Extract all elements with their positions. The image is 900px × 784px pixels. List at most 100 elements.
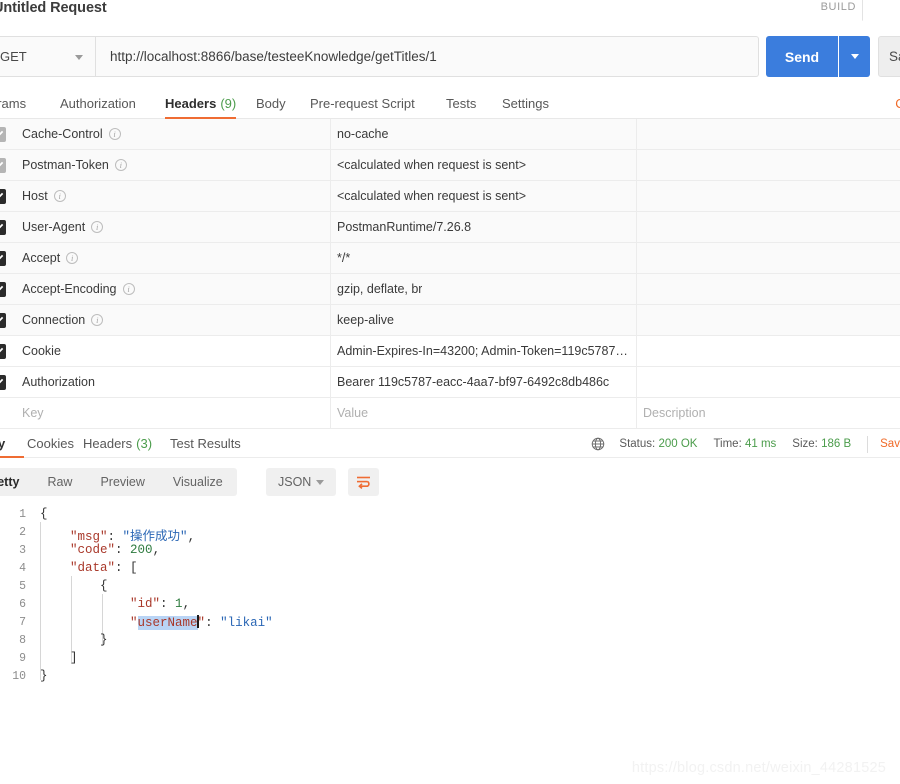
view-mode-raw[interactable]: Raw: [33, 475, 86, 489]
view-mode-pretty[interactable]: Pretty: [0, 475, 33, 489]
json-line-content: ]: [40, 651, 78, 665]
header-enabled-checkbox[interactable]: [0, 313, 6, 328]
build-tab[interactable]: [862, 0, 900, 21]
divider: [867, 435, 869, 453]
tab-count: (3): [136, 436, 153, 451]
format-select[interactable]: JSON: [266, 468, 336, 496]
tab-pre-request-script[interactable]: Pre-request Script: [310, 88, 415, 119]
tab-authorization[interactable]: Authorization: [60, 88, 136, 119]
json-line-content: }: [40, 633, 108, 647]
watermark: https://blog.csdn.net/weixin_44281525: [631, 760, 886, 776]
header-enabled-checkbox[interactable]: [0, 251, 6, 266]
description-column-header[interactable]: Description: [643, 406, 706, 420]
tab-label: Test Results: [170, 436, 241, 451]
json-token: }: [40, 669, 48, 683]
line-number: 8: [19, 634, 26, 647]
line-number: 7: [19, 616, 26, 629]
line-number: 10: [12, 670, 26, 683]
info-icon[interactable]: i: [122, 283, 135, 295]
view-mode-preview[interactable]: Preview: [86, 475, 158, 489]
check-icon: [0, 223, 4, 229]
json-line-content: }: [40, 669, 48, 683]
table-row[interactable]: Host i <calculated when request is sent>: [0, 181, 900, 212]
tab-label: Tests: [446, 96, 477, 111]
json-line-content: "userName": "likai": [40, 615, 273, 630]
header-enabled-checkbox[interactable]: [0, 189, 6, 204]
json-line-content: "id": 1,: [40, 597, 190, 611]
view-mode-visualize[interactable]: Visualize: [159, 475, 237, 489]
json-line: 4 "data": [: [0, 560, 900, 578]
json-line: 2 "msg": "操作成功",: [0, 524, 900, 544]
table-row[interactable]: Postman-Token i <calculated when request i…: [0, 150, 900, 181]
header-enabled-checkbox[interactable]: [0, 158, 6, 173]
method-selector[interactable]: GET: [0, 36, 96, 77]
response-tab-cookies[interactable]: Cookies: [27, 428, 74, 458]
column-divider: [330, 398, 331, 428]
table-row[interactable]: Accept-Encoding i gzip, deflate, br: [0, 274, 900, 305]
header-enabled-checkbox[interactable]: [0, 220, 6, 235]
info-icon[interactable]: i: [91, 314, 104, 326]
table-row[interactable]: Authorization Bearer 119c5787-eacc-4aa7-b…: [0, 367, 900, 398]
check-icon: [0, 378, 4, 384]
tab-arams[interactable]: arams: [0, 88, 26, 119]
header-enabled-checkbox[interactable]: [0, 282, 6, 297]
save-response-button[interactable]: Save Res: [880, 438, 900, 450]
header-value: Admin-Expires-In=43200; Admin-Token=119c…: [337, 344, 629, 358]
table-row[interactable]: Accept i */*: [0, 243, 900, 274]
tab-tests[interactable]: Tests: [446, 88, 476, 119]
save-button[interactable]: Sa: [878, 36, 900, 77]
table-row[interactable]: Cache-Control i no-cache: [0, 119, 900, 150]
info-icon[interactable]: i: [66, 252, 79, 264]
tab-label: Settings: [502, 96, 549, 111]
json-token: 1: [175, 597, 183, 611]
info-icon[interactable]: i: [53, 190, 66, 202]
url-input[interactable]: http://localhost:8866/base/testeeKnowled…: [96, 36, 759, 77]
response-meta: Status: 200 OK Time: 41 ms Size: 186 B S…: [591, 434, 900, 454]
cookies-link[interactable]: Cool: [895, 96, 900, 111]
request-tab-bar: Cool arams Authorization Headers(9) Body Pre…: [0, 88, 900, 119]
table-row[interactable]: User-Agent i PostmanRuntime/7.26.8: [0, 212, 900, 243]
header-enabled-checkbox[interactable]: [0, 375, 6, 390]
line-number: 1: [19, 508, 26, 521]
tab-label: Body: [256, 96, 286, 111]
response-tab-test-results[interactable]: Test Results: [170, 428, 241, 458]
view-mode-group: PrettyRawPreviewVisualize: [0, 468, 237, 496]
header-key: Accept i: [22, 251, 79, 265]
response-tab-dy[interactable]: dy: [0, 428, 24, 458]
json-token: ": [130, 616, 138, 630]
column-divider: [330, 274, 331, 304]
value-column-header[interactable]: Value: [337, 406, 368, 420]
method-label: GET: [0, 49, 27, 64]
globe-icon[interactable]: [591, 437, 605, 451]
info-icon[interactable]: i: [91, 221, 104, 233]
header-enabled-checkbox[interactable]: [0, 344, 6, 359]
tab-label: Headers: [83, 436, 133, 451]
info-icon[interactable]: i: [114, 159, 127, 171]
wrap-lines-button[interactable]: [348, 468, 379, 496]
size-value: 186 B: [821, 438, 852, 450]
response-body-json[interactable]: 1{2 "msg": "操作成功", 3 "code": 200, 4 "data"…: [0, 506, 900, 741]
header-enabled-checkbox[interactable]: [0, 127, 6, 142]
send-button[interactable]: Send: [766, 36, 838, 77]
column-divider: [330, 150, 331, 180]
header-key: Accept-Encoding i: [22, 282, 135, 296]
json-line: 10}: [0, 668, 900, 686]
column-divider: [636, 119, 637, 149]
send-options-button[interactable]: [839, 36, 870, 77]
tab-settings[interactable]: Settings: [502, 88, 549, 119]
table-row[interactable]: Connection i keep-alive: [0, 305, 900, 336]
time-label: Time:: [713, 438, 742, 450]
key-column-header[interactable]: Key: [22, 406, 44, 420]
info-icon[interactable]: i: [108, 128, 121, 140]
tab-headers[interactable]: Headers (9): [165, 88, 237, 119]
response-tab-headers[interactable]: Headers (3): [83, 428, 152, 458]
check-icon: [0, 347, 4, 353]
column-divider: [330, 181, 331, 211]
line-number: 6: [19, 598, 26, 611]
json-token: "id": [130, 597, 161, 611]
json-line: 3 "code": 200,: [0, 542, 900, 560]
tab-body[interactable]: Body: [256, 88, 286, 119]
table-row[interactable]: Cookie Admin-Expires-In=43200; Admin-Toke…: [0, 336, 900, 367]
table-row[interactable]: Key Value Description: [0, 398, 900, 429]
